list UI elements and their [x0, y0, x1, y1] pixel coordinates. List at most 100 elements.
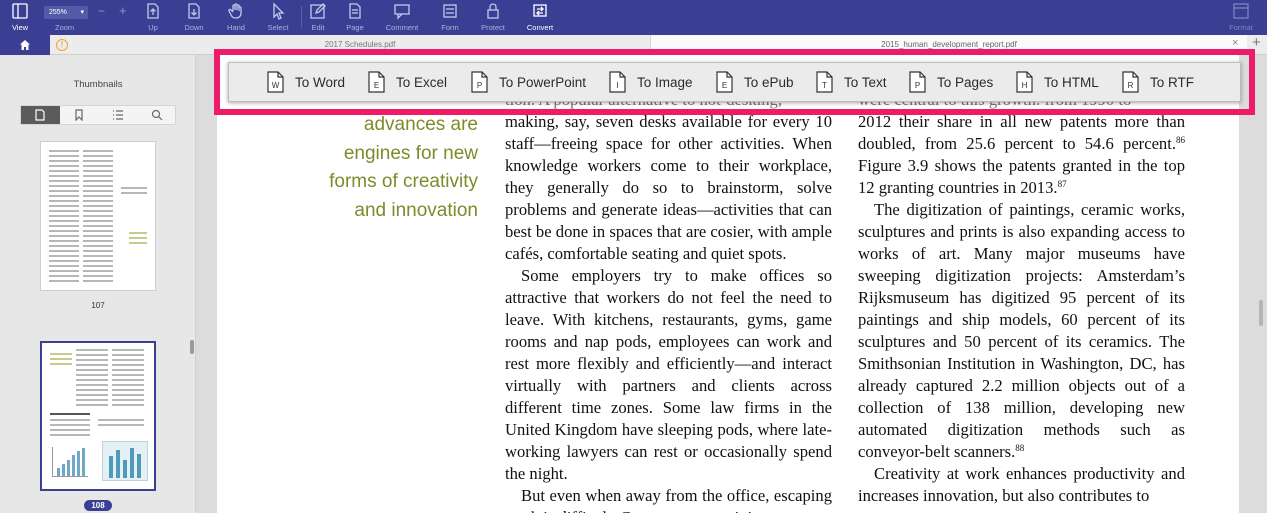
thumb-text-line: [121, 187, 147, 189]
page-button[interactable]: Page: [333, 2, 377, 32]
svg-text:E: E: [374, 81, 379, 90]
thumb-text-line: [83, 265, 113, 267]
tab-bookmarks[interactable]: [60, 106, 99, 124]
page-down-icon: [184, 2, 204, 22]
thumb-bar: [109, 456, 113, 478]
zoom-select[interactable]: 255% ▾: [44, 6, 88, 19]
thumb-text-line: [112, 349, 144, 351]
page-thumbnail-107[interactable]: [40, 141, 156, 291]
thumb-text-line: [49, 270, 79, 272]
thumb-bar: [116, 450, 120, 478]
hand-tool-button[interactable]: Hand: [214, 2, 258, 32]
page-label: Page: [346, 23, 364, 32]
form-button[interactable]: Form: [428, 2, 472, 32]
pull-quote-line: engines for new: [343, 142, 478, 164]
convert-options-bar: W To Word E To Excel P To PowerPoint I T…: [228, 62, 1241, 102]
chevron-down-icon: ▾: [80, 9, 84, 16]
thumb-text-line: [76, 389, 108, 391]
to-pages-label: To Pages: [937, 75, 994, 90]
paragraph: The digitization of paintings, ceramic w…: [858, 199, 1185, 463]
thumb-bar: [123, 460, 127, 478]
page-number-108: 108: [0, 500, 196, 511]
to-epub-label: To ePub: [744, 75, 794, 90]
selected-page-badge: 108: [84, 500, 112, 511]
convert-button[interactable]: Convert: [518, 2, 562, 32]
thumb-text-line: [83, 205, 113, 207]
close-tab-button[interactable]: ×: [1232, 37, 1238, 49]
thumb-chart-right: [102, 441, 148, 481]
tab-search[interactable]: [138, 106, 177, 124]
sidebar-scrollbar[interactable]: [190, 340, 194, 354]
zoom-in-button[interactable]: +: [119, 3, 127, 18]
thumb-text-line: [49, 250, 79, 252]
pages-file-icon: P: [909, 71, 926, 93]
to-image-label: To Image: [637, 75, 693, 90]
comment-icon: [392, 2, 412, 22]
thumb-text-line: [112, 369, 144, 371]
thumb-text-line: [49, 160, 79, 162]
thumb-text-line: [49, 180, 79, 182]
thumb-text-line: [49, 210, 79, 212]
svg-text:P: P: [915, 81, 920, 90]
tab-thumbnails[interactable]: [21, 106, 60, 124]
thumb-text-line: [83, 240, 113, 242]
paragraph: Creativity at work enhances productivity…: [858, 464, 1185, 505]
page-up-button[interactable]: Up: [131, 2, 175, 32]
thumb-text-line: [76, 379, 108, 381]
select-tool-button[interactable]: Select: [256, 2, 300, 32]
pdf-page: advances are engines for new forms of cr…: [217, 55, 1239, 513]
thumbnail-sidebar: Thumbnails 107 108: [0, 55, 196, 513]
footnote-ref[interactable]: 87: [1058, 179, 1067, 189]
thumb-text-line: [50, 434, 90, 436]
zoom-out-button[interactable]: −: [98, 4, 105, 18]
thumb-text-line: [49, 280, 79, 282]
sidebar-panel-icon: [10, 2, 30, 22]
thumb-text-line: [49, 245, 79, 247]
thumb-text-line: [112, 359, 144, 361]
thumb-quote-line: [50, 363, 72, 365]
thumb-quote-line: [50, 358, 72, 360]
thumb-text-line: [83, 280, 113, 282]
page-down-button[interactable]: Down: [172, 2, 216, 32]
thumb-text-line: [112, 389, 144, 391]
warning-icon[interactable]: !: [56, 39, 68, 51]
comment-label: Comment: [385, 23, 419, 32]
convert-icon: [530, 2, 550, 22]
hand-icon: [226, 2, 246, 22]
epub-file-icon: E: [716, 71, 733, 93]
thumb-text-line: [76, 354, 108, 356]
thumb-text-line: [83, 165, 113, 167]
thumb-text-line: [112, 379, 144, 381]
paragraph: Some employers try to make offices so at…: [505, 266, 832, 483]
footnote-ref[interactable]: 86: [1176, 135, 1185, 145]
thumb-text-line: [76, 384, 108, 386]
thumb-text-line: [83, 150, 113, 152]
tab-outline[interactable]: [99, 106, 138, 124]
page-thumbnail-108[interactable]: [40, 341, 156, 491]
to-powerpoint-label: To PowerPoint: [499, 75, 587, 90]
thumb-text-line: [49, 195, 79, 197]
thumb-text-line: [83, 275, 113, 277]
form-label: Form: [441, 23, 459, 32]
protect-button[interactable]: Protect: [471, 2, 515, 32]
protect-label: Protect: [481, 23, 505, 32]
thumb-text-line: [49, 175, 79, 177]
main-toolbar: View 255% ▾ Zoom − + Up Down Hand Select…: [0, 0, 1267, 35]
word-file-icon: W: [267, 71, 284, 93]
lock-icon: [483, 2, 503, 22]
home-button[interactable]: [0, 35, 50, 55]
format-panel-icon: [1231, 2, 1251, 22]
document-scrollbar[interactable]: [1259, 300, 1263, 326]
thumb-text-line: [50, 424, 90, 426]
comment-button[interactable]: Comment: [380, 2, 424, 32]
thumb-text-line: [49, 275, 79, 277]
convert-label: Convert: [526, 23, 554, 32]
thumb-text-line: [83, 235, 113, 237]
sidebar-tabs: [20, 105, 176, 125]
format-button[interactable]: Format: [1219, 2, 1263, 32]
svg-text:R: R: [1128, 81, 1134, 90]
view-button[interactable]: View: [0, 2, 42, 32]
document-view[interactable]: advances are engines for new forms of cr…: [197, 55, 1267, 513]
pull-quote: advances are engines for new forms of cr…: [277, 111, 478, 225]
footnote-ref[interactable]: 88: [1015, 443, 1024, 453]
